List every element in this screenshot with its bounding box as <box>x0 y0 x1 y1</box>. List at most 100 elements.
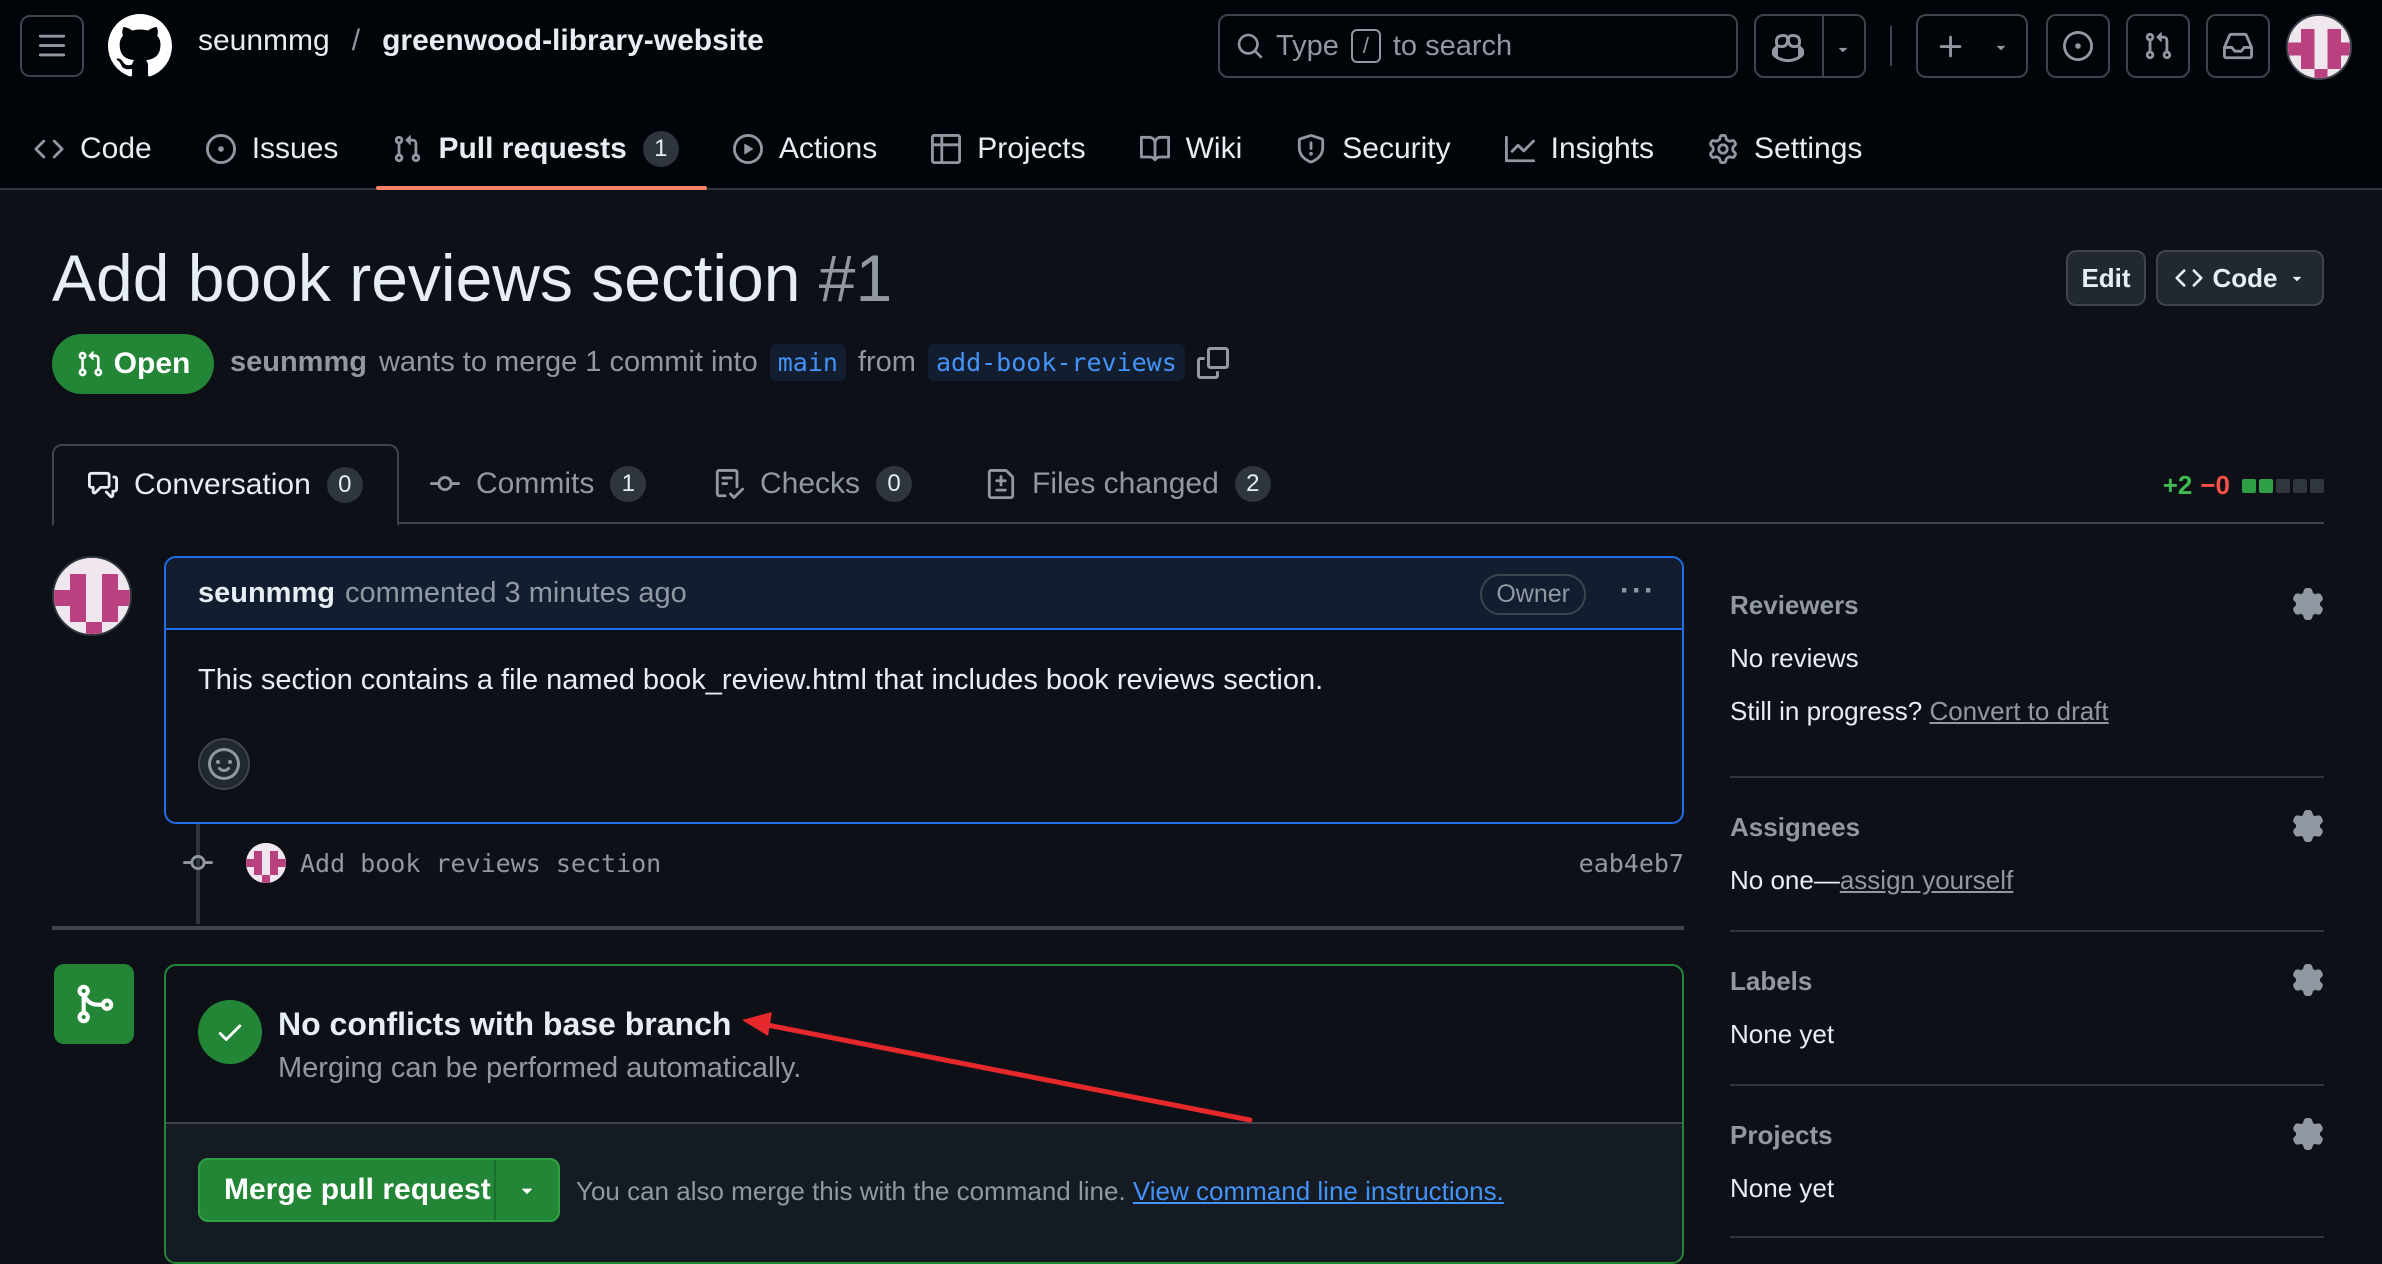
repo-nav-pull-requests[interactable]: Pull requests 1 <box>376 112 708 190</box>
repo-nav-actions[interactable]: Actions <box>729 112 897 174</box>
code-dropdown-button[interactable]: Code <box>2156 250 2324 306</box>
add-reaction-button[interactable] <box>198 738 250 790</box>
tab-checks[interactable]: Checks 0 <box>714 444 913 524</box>
git-pull-request-icon <box>395 135 421 163</box>
repo-nav-security[interactable]: Security <box>1292 112 1470 174</box>
diffstat-block <box>2276 478 2290 493</box>
pr-number: #1 <box>818 241 893 315</box>
book-icon <box>1139 135 1170 162</box>
issue-opened-icon <box>205 134 236 164</box>
search-input[interactable]: Type / to search <box>1218 14 1738 78</box>
pr-author-link[interactable]: seunmmg <box>230 346 367 379</box>
draft-prompt: Still in progress? Convert to draft <box>1730 696 2324 727</box>
assign-yourself-link[interactable]: assign yourself <box>1840 865 2013 895</box>
checklist-icon <box>715 469 744 499</box>
your-pull-requests-button[interactable] <box>2126 14 2190 78</box>
tab-commits[interactable]: Commits 1 <box>430 444 647 524</box>
assignees-heading[interactable]: Assignees <box>1730 812 2324 843</box>
edit-label: Edit <box>2081 262 2131 293</box>
repo-nav-projects[interactable]: Projects <box>927 112 1105 174</box>
tab-conversation[interactable]: Conversation 0 <box>52 444 399 526</box>
repo-nav-label: Security <box>1342 132 1451 165</box>
gear-icon <box>1709 134 1737 164</box>
gear-icon[interactable] <box>2292 1118 2324 1150</box>
breadcrumb-owner-link[interactable]: seunmmg <box>198 24 330 58</box>
breadcrumb-repo-link[interactable]: greenwood-library-website <box>382 24 764 58</box>
sidebar-assignees: Assignees No one—assign yourself <box>1730 810 2324 896</box>
tab-files-changed[interactable]: Files changed 2 <box>986 444 1271 524</box>
diffstat-additions: +2 <box>2162 470 2193 500</box>
repo-nav-label: Settings <box>1754 132 1863 165</box>
tab-label: Checks <box>760 467 861 500</box>
diffstat-deletions: −0 <box>2200 470 2230 500</box>
repo-nav-label: Pull requests <box>438 132 627 165</box>
comment-timestamp[interactable]: commented 3 minutes ago <box>345 577 687 610</box>
owner-badge: Owner <box>1480 574 1586 615</box>
assignees-value: No one—assign yourself <box>1730 865 2324 896</box>
merge-method-dropdown[interactable] <box>494 1160 558 1220</box>
gear-icon[interactable] <box>2292 588 2324 620</box>
create-new-button[interactable] <box>1916 14 2028 78</box>
github-logo-icon[interactable] <box>108 14 172 78</box>
menu-button[interactable] <box>20 15 84 77</box>
code-label: Code <box>2212 262 2278 293</box>
commit-sha-link[interactable]: eab4eb7 <box>1579 849 1684 878</box>
copy-icon[interactable] <box>1196 346 1229 379</box>
reviewers-heading[interactable]: Reviewers <box>1730 590 2324 621</box>
gear-icon[interactable] <box>2292 964 2324 996</box>
pr-tabs: Conversation 0 Commits 1 Checks 0 Files … <box>52 444 2324 526</box>
breadcrumb: seunmmg / greenwood-library-website <box>198 24 764 58</box>
comment-header: seunmmg commented 3 minutes ago Owner ··… <box>166 558 1682 630</box>
repo-nav-code[interactable]: Code <box>30 112 172 174</box>
repo-nav-insights[interactable]: Insights <box>1501 112 1674 174</box>
cli-instructions-link[interactable]: View command line instructions. <box>1133 1176 1504 1206</box>
reviewers-value: No reviews <box>1730 643 1859 673</box>
base-branch[interactable]: main <box>769 344 846 381</box>
kebab-horizontal-icon[interactable]: ··· <box>1620 574 1656 608</box>
projects-heading[interactable]: Projects <box>1730 1120 2324 1151</box>
global-header: seunmmg / greenwood-library-website Type… <box>0 0 2382 190</box>
tab-count: 0 <box>876 466 913 502</box>
merge-pull-request-button[interactable]: Merge pull request <box>198 1158 560 1222</box>
chevron-down-icon[interactable] <box>1834 40 1852 58</box>
search-icon <box>1237 33 1263 59</box>
play-icon <box>732 134 763 164</box>
plus-icon <box>1939 35 1962 58</box>
labels-heading[interactable]: Labels <box>1730 966 2324 997</box>
commit-author-avatar[interactable] <box>246 843 286 883</box>
sidebar-divider <box>1730 930 2324 932</box>
user-avatar[interactable] <box>2286 14 2352 80</box>
table-icon <box>931 134 962 164</box>
repo-nav-label: Insights <box>1550 132 1655 165</box>
comment-author-link[interactable]: seunmmg <box>198 577 335 610</box>
commit-message-link[interactable]: Add book reviews section <box>300 849 661 878</box>
repo-nav-wiki[interactable]: Wiki <box>1136 112 1263 174</box>
repo-nav-settings[interactable]: Settings <box>1704 112 1882 174</box>
head-branch[interactable]: add-book-reviews <box>927 344 1185 381</box>
inbox-icon <box>2223 32 2253 60</box>
graph-icon <box>1504 135 1535 163</box>
convert-to-draft-link[interactable]: Convert to draft <box>1929 696 2108 726</box>
diffstat-block <box>2259 478 2273 493</box>
copilot-button[interactable] <box>1754 14 1866 78</box>
repository-nav: Code Issues Pull requests 1 Actions Proj… <box>30 112 1912 190</box>
code-icon <box>2174 269 2203 287</box>
tab-count: 0 <box>326 467 363 503</box>
edit-title-button[interactable]: Edit <box>2066 250 2146 306</box>
your-issues-button[interactable] <box>2046 14 2110 78</box>
gear-icon[interactable] <box>2292 810 2324 842</box>
tab-label: Conversation <box>134 468 311 501</box>
timeline-divider <box>52 926 1684 930</box>
notifications-button[interactable] <box>2206 14 2270 78</box>
git-pull-request-icon <box>78 351 102 377</box>
tab-label: Commits <box>476 467 595 500</box>
sidebar-projects: Projects None yet <box>1730 1118 2324 1204</box>
copilot-icon <box>1772 33 1804 63</box>
pull-requests-count: 1 <box>642 131 679 167</box>
triangle-down-icon <box>522 1188 533 1194</box>
diffstat-block <box>2242 478 2256 493</box>
comment-author-avatar[interactable] <box>52 556 132 636</box>
comment-discussion-icon <box>88 471 118 499</box>
hamburger-icon <box>38 34 66 57</box>
repo-nav-issues[interactable]: Issues <box>202 112 359 174</box>
